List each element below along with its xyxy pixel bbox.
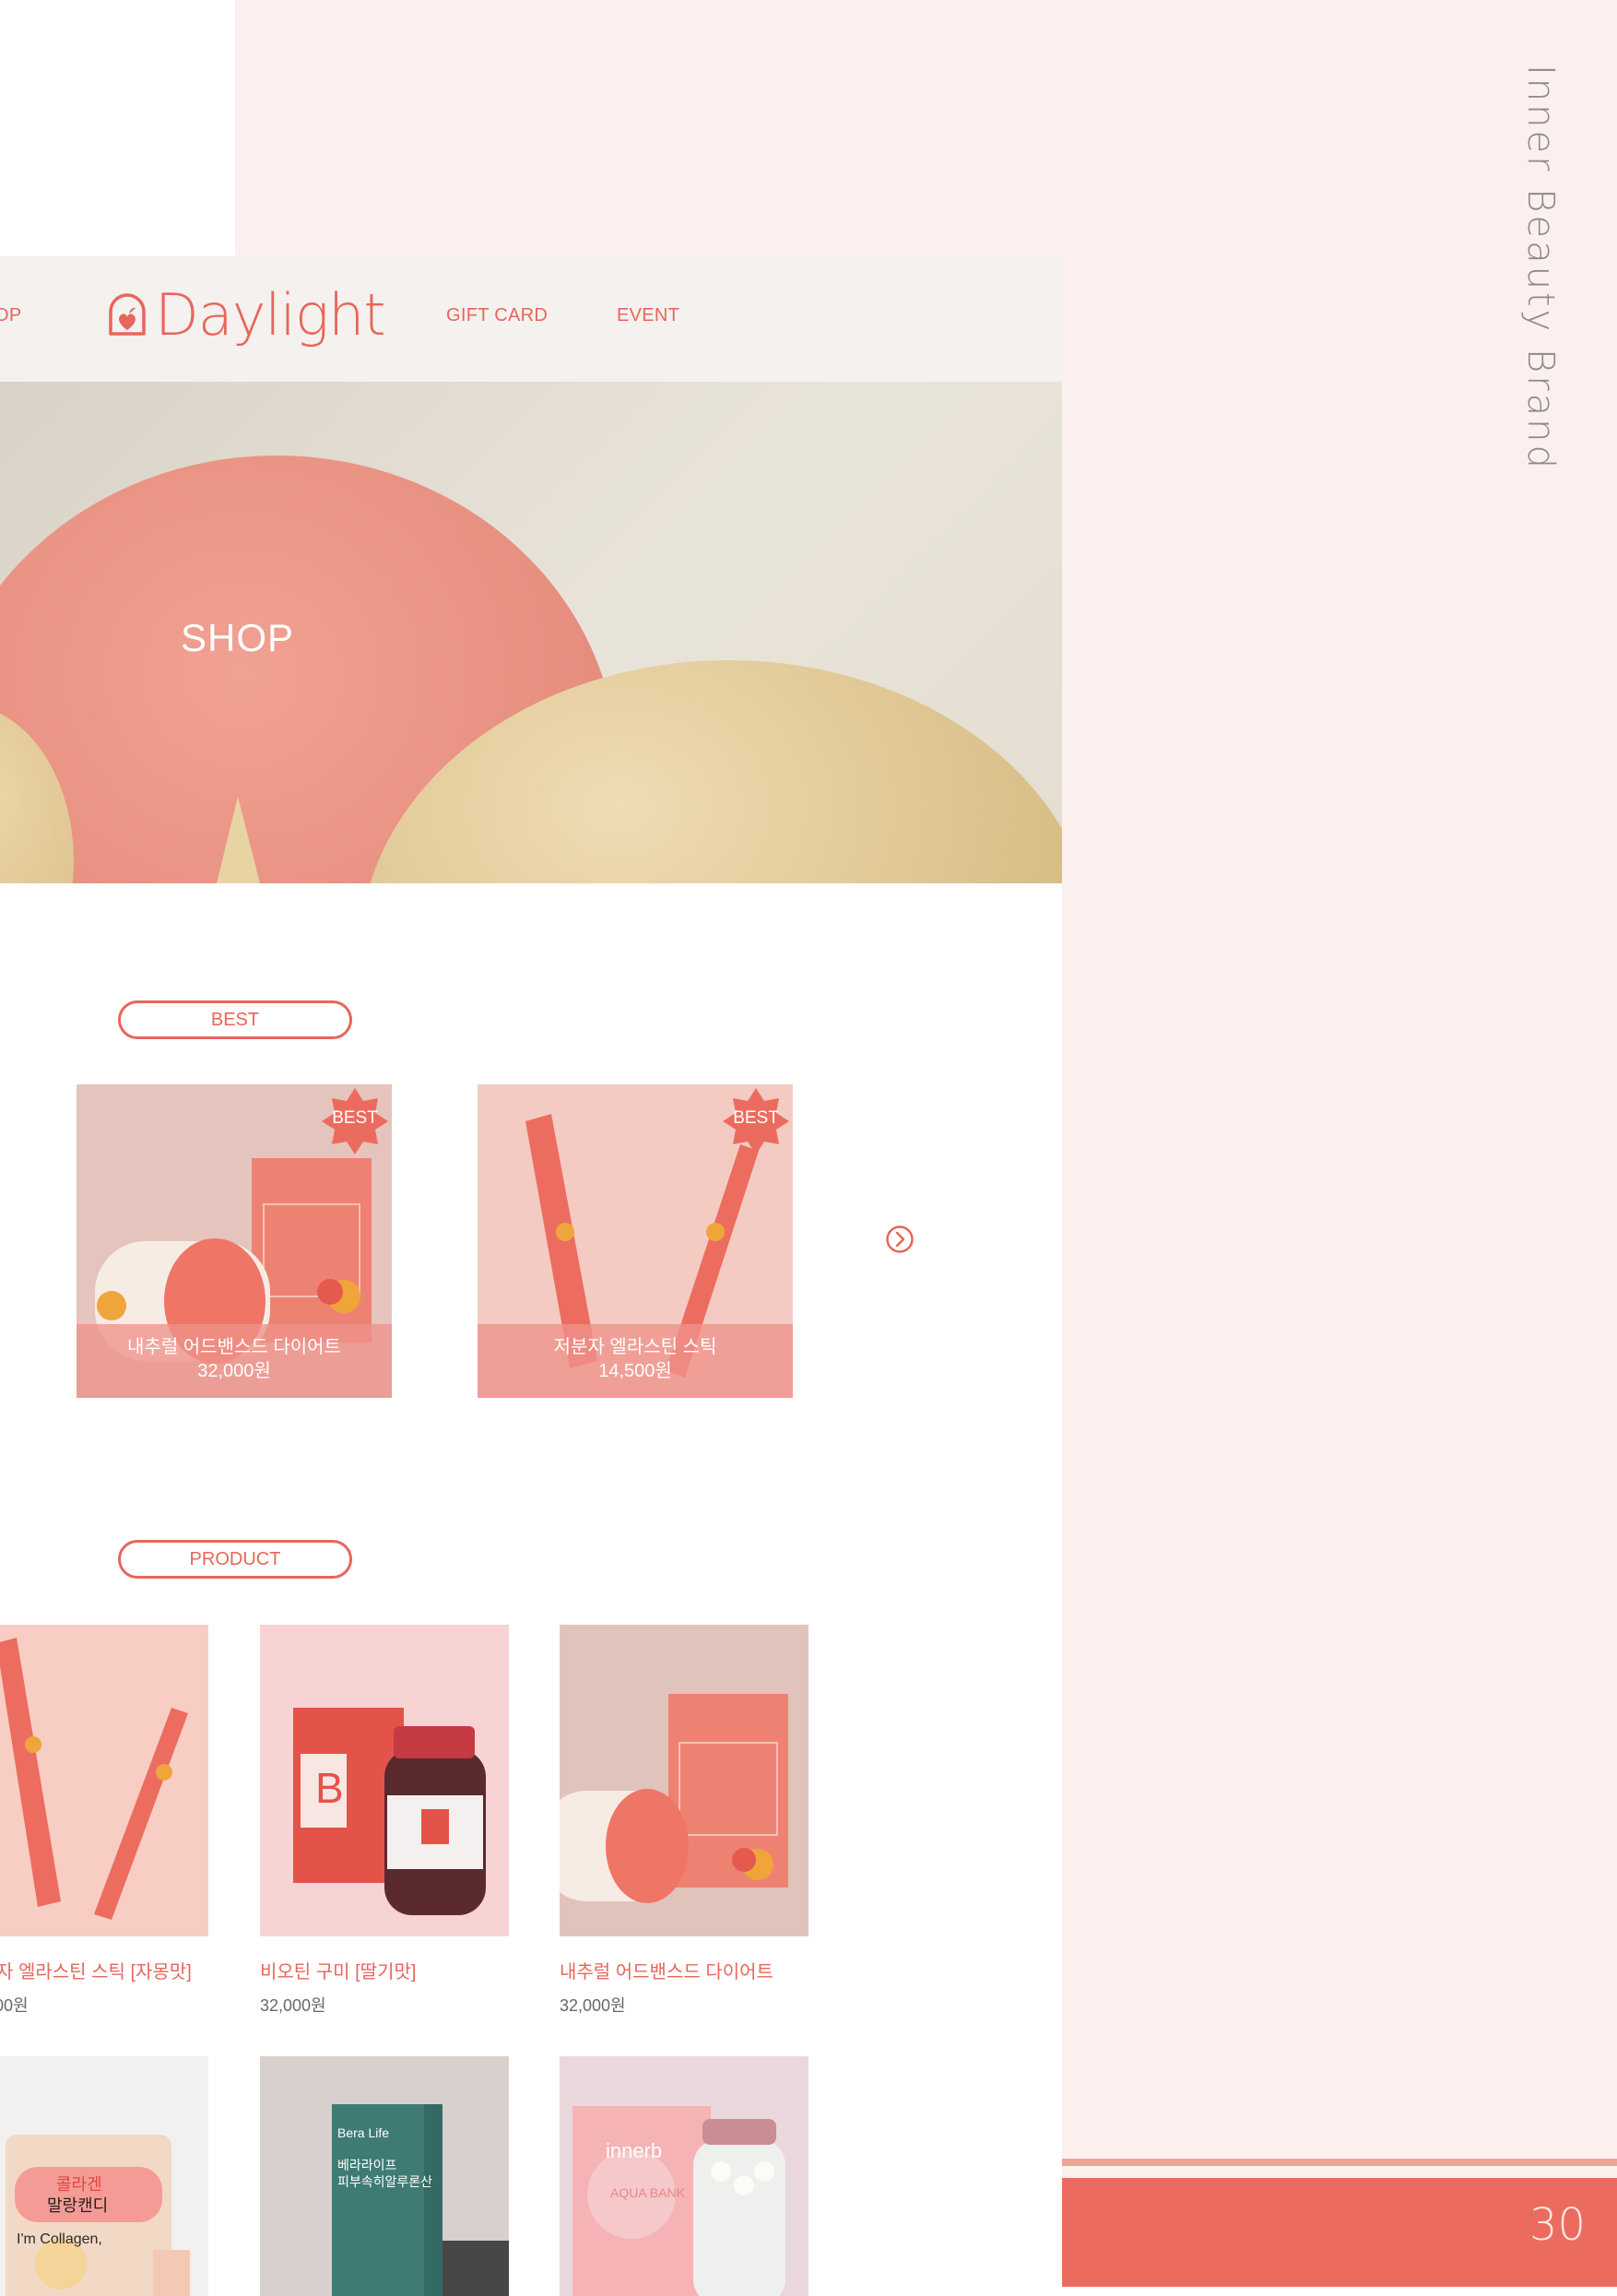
product-thumbnail[interactable]: innerb AQUA BANK bbox=[560, 2056, 808, 2296]
product-price: 32,000원 bbox=[560, 1996, 626, 2015]
bera-title-2: 피부속히알루론산 bbox=[337, 2174, 433, 2189]
aqua-bank-label: AQUA BANK bbox=[610, 2185, 685, 2200]
hero-banner bbox=[0, 382, 1062, 883]
nav-event-link[interactable]: EVENT bbox=[617, 305, 679, 326]
innerb-logo: innerb bbox=[606, 2139, 663, 2162]
page-number: 30 bbox=[1528, 2199, 1586, 2251]
carousel-next-icon[interactable] bbox=[885, 1225, 915, 1254]
collagen-candy-subtitle: 말랑캔디 bbox=[47, 2196, 109, 2215]
product-price: 00원 bbox=[0, 1996, 29, 2015]
collagen-candy-en: I'm Collagen, bbox=[17, 2231, 102, 2247]
product-price: 32,000원 bbox=[260, 1996, 326, 2015]
card-product-name: 저분자 엘라스틴 스틱 bbox=[553, 1337, 717, 1357]
hero-illustration bbox=[0, 456, 1062, 883]
logo-mark-icon bbox=[109, 292, 146, 336]
brand-tagline: Inner Beauty Brand bbox=[1519, 65, 1562, 471]
product-name[interactable]: 비오틴 구미 [딸기맛] bbox=[260, 1957, 416, 1983]
nav-shop-link[interactable]: OP bbox=[0, 305, 22, 326]
hero-title: SHOP bbox=[181, 616, 295, 659]
card-product-price: 32,000원 bbox=[197, 1361, 271, 1381]
product-section-label: PRODUCT bbox=[118, 1540, 352, 1579]
biotin-letter: B bbox=[315, 1764, 344, 1812]
product-thumbnail[interactable]: Bera Life 베라라이프 피부속히알루론산 bbox=[260, 2056, 509, 2296]
elastin-stick-image bbox=[0, 1638, 188, 1920]
card-product-name: 내추럴 어드밴스드 다이어트 bbox=[127, 1337, 341, 1357]
product-thumbnail[interactable] bbox=[560, 1625, 808, 1936]
product-name[interactable]: 내추럴 어드밴스드 다이어트 bbox=[560, 1957, 773, 1983]
card-caption: 내추럴 어드밴스드 다이어트 32,000원 bbox=[77, 1324, 392, 1398]
logo-wordmark: Daylight bbox=[155, 281, 386, 349]
collagen-candy-image bbox=[6, 2135, 190, 2296]
biotin-gummies-image bbox=[293, 1708, 486, 1915]
diet-product-image bbox=[560, 1694, 788, 1903]
best-product-card[interactable]: BEST 내추럴 어드밴스드 다이어트 32,000원 bbox=[77, 1084, 392, 1398]
product-thumbnail[interactable]: 콜라겐 말랑캔디 I'm Collagen, bbox=[0, 2056, 208, 2296]
bera-title-1: 베라라이프 bbox=[337, 2158, 397, 2172]
card-caption: 저분자 엘라스틴 스틱 14,500원 bbox=[478, 1324, 793, 1398]
card-product-price: 14,500원 bbox=[598, 1361, 672, 1381]
product-thumbnail[interactable]: B bbox=[260, 1625, 509, 1936]
aqua-bank-image bbox=[572, 2106, 785, 2296]
best-badge: BEST bbox=[320, 1086, 390, 1156]
brand-logo[interactable]: Daylight bbox=[105, 281, 386, 349]
best-badge-label: BEST bbox=[332, 1108, 378, 1128]
best-badge: BEST bbox=[721, 1086, 791, 1156]
best-section-label: BEST bbox=[118, 1000, 352, 1039]
best-product-card[interactable]: BEST 저분자 엘라스틴 스틱 14,500원 bbox=[478, 1084, 793, 1398]
product-name[interactable]: 자 엘라스틴 스틱 [자몽맛] bbox=[0, 1957, 192, 1983]
product-thumbnail[interactable] bbox=[0, 1625, 208, 1936]
best-badge-label: BEST bbox=[733, 1108, 779, 1128]
nav-gift-card-link[interactable]: GIFT CARD bbox=[446, 305, 548, 326]
bera-brand: Bera Life bbox=[337, 2125, 390, 2140]
footer-divider bbox=[1062, 2159, 1617, 2166]
